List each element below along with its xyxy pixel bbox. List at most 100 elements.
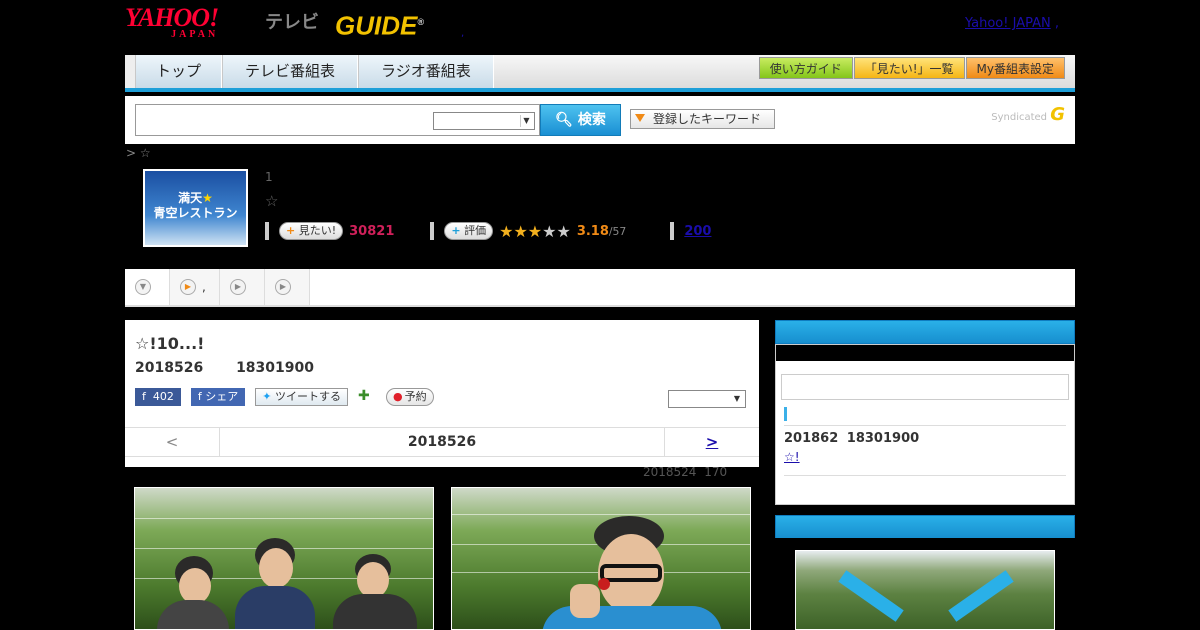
- breadcrumb: > ☆: [126, 146, 151, 160]
- yahoo-japan-logo[interactable]: YAHOO! JAPAN: [125, 3, 219, 40]
- program-subtabs: ▼ ▶, ▶ ▶: [125, 269, 1075, 307]
- sidebar-next-broadcast: 201862 18301900 ☆!: [775, 344, 1075, 505]
- my-listings-button[interactable]: My番組表設定: [965, 57, 1065, 79]
- episode-pager: < 2018526 >: [125, 427, 759, 457]
- divider: [784, 425, 1066, 426]
- episode-panel: ☆!10...! 2018526 18301900 f 402 f シェア ✦ …: [125, 320, 759, 467]
- program-thumbnail[interactable]: 満天★ 青空レストラン: [143, 169, 248, 247]
- yahoo-japan-link[interactable]: Yahoo! JAPAN: [965, 16, 1051, 31]
- episode-select[interactable]: ▼: [668, 390, 746, 408]
- stats-divider: [430, 222, 435, 240]
- plus-icon: +: [286, 224, 296, 237]
- rate-button-label: 評価: [464, 224, 487, 237]
- pager-next-wrap: >: [664, 428, 759, 456]
- sidebar-accent-bar: [784, 407, 787, 421]
- chevron-down-icon: ▼: [135, 279, 151, 295]
- twitter-icon: ✦: [262, 390, 272, 403]
- facebook-like-count: 402: [152, 390, 174, 403]
- stats-divider: [265, 222, 269, 240]
- photo-detail: [135, 518, 433, 519]
- tweet-button[interactable]: ✦ ツイートする: [255, 388, 348, 406]
- thumb-text-1: 満天: [178, 191, 203, 205]
- play-icon: ▶: [180, 279, 196, 295]
- subtab-1[interactable]: ▼: [125, 269, 170, 305]
- nav-tabs: トップ テレビ番組表 ラジオ番組表: [125, 55, 494, 88]
- photo-detail: [157, 600, 229, 629]
- plus-icon: +: [451, 224, 461, 237]
- episode-title: ☆!10...!: [135, 334, 205, 353]
- search-input[interactable]: [140, 111, 430, 129]
- next-broadcast-link[interactable]: ☆!: [784, 450, 800, 464]
- syndicated-gguide-logo: Syndicated G: [991, 104, 1065, 125]
- add-bookmark-icon[interactable]: ✚: [358, 388, 376, 406]
- thumb-text-2: 青空レストラン: [153, 206, 238, 220]
- photo-detail: [235, 586, 315, 629]
- photo-detail: [259, 548, 293, 588]
- nav-tab-tv-listings[interactable]: テレビ番組表: [222, 55, 359, 88]
- sidebar-field[interactable]: [781, 374, 1069, 400]
- pager-prev-button[interactable]: <: [125, 428, 220, 456]
- sidebar-photo-box: [775, 538, 1075, 630]
- search-button[interactable]: 🔍︎ 検索: [540, 104, 621, 136]
- episode-photo-2[interactable]: [451, 487, 751, 630]
- episode-photo-1[interactable]: [134, 487, 434, 630]
- reviews-link[interactable]: 200: [684, 224, 711, 239]
- header-dot: ,: [461, 28, 465, 39]
- rating-total: /57: [608, 224, 627, 238]
- photo-detail: [796, 575, 824, 605]
- tweet-label: ツイートする: [274, 390, 341, 403]
- play-icon: ▶: [230, 279, 246, 295]
- divider: [784, 475, 1066, 476]
- pager-next-button[interactable]: >: [706, 433, 719, 451]
- search-icon: 🔍︎: [555, 112, 573, 128]
- photo-detail: [948, 570, 1014, 622]
- photo-detail: [600, 564, 662, 582]
- program-info-line2: ☆: [265, 192, 279, 210]
- chevron-down-icon: ▼: [733, 394, 741, 403]
- facebook-share-button[interactable]: f シェア: [190, 388, 246, 406]
- reserve-button[interactable]: 予約: [385, 388, 434, 406]
- want-count: 30821: [349, 223, 395, 239]
- rate-button[interactable]: + 評価: [444, 222, 494, 240]
- photo-detail: [838, 570, 904, 622]
- episode-datetime: 2018526 18301900: [135, 360, 314, 376]
- rating-score: 3.18: [576, 223, 609, 239]
- chevron-down-icon: ▼: [520, 115, 532, 127]
- sidebar-dark-strip: [776, 345, 1074, 361]
- subtab-3[interactable]: ▶: [220, 269, 265, 305]
- sidebar-photo[interactable]: [795, 550, 1055, 630]
- registered-keywords-button[interactable]: 登録したキーワード: [630, 109, 775, 129]
- header-trailing: ,: [1054, 16, 1059, 31]
- page-header: YAHOO! JAPAN テレビ GUIDE® , Yahoo! JAPAN ,: [125, 0, 1075, 55]
- gguide-logo-text: GUIDE: [335, 10, 418, 41]
- want-list-button[interactable]: 「見たい!」一覧: [853, 57, 965, 79]
- nav-tab-radio-listings[interactable]: ラジオ番組表: [358, 55, 494, 88]
- search-button-label: 検索: [577, 112, 606, 128]
- subtab-2[interactable]: ▶,: [170, 269, 220, 305]
- photo-detail: [796, 551, 828, 575]
- pager-date: 2018526: [407, 434, 477, 450]
- facebook-like-button[interactable]: f 402: [135, 388, 181, 406]
- photo-detail: [179, 568, 211, 604]
- gguide-logo[interactable]: GUIDE®: [335, 6, 424, 42]
- photo-detail: [357, 562, 389, 598]
- search-scope-select[interactable]: ▼: [433, 112, 535, 130]
- star-empty-icons: ★★: [542, 221, 571, 241]
- syndicated-logo-mark: G: [1050, 104, 1065, 125]
- facebook-icon: f: [142, 390, 146, 403]
- subtab-4[interactable]: ▶: [265, 269, 310, 305]
- want-button[interactable]: + 見たい!: [279, 222, 344, 240]
- stats-divider: [670, 222, 675, 240]
- sidebar-header-1: [775, 320, 1075, 344]
- tv-label: テレビ: [265, 12, 319, 33]
- nav-tab-top[interactable]: トップ: [135, 55, 223, 88]
- social-buttons: f 402 f シェア ✦ ツイートする ✚ 予約: [135, 388, 444, 406]
- search-bar: ▼ 🔍︎ 検索 登録したキーワード Syndicated G: [125, 96, 1075, 144]
- next-broadcast-date: 201862 18301900: [784, 431, 920, 446]
- yahoo-logo-text: YAHOO!: [125, 3, 219, 32]
- guide-button[interactable]: 使い方ガイド: [758, 57, 853, 79]
- photo-detail: [598, 578, 610, 590]
- subtab-2-label: ,: [202, 280, 206, 294]
- facebook-icon: f: [197, 390, 202, 403]
- updated-date: 2018524 170: [643, 465, 728, 479]
